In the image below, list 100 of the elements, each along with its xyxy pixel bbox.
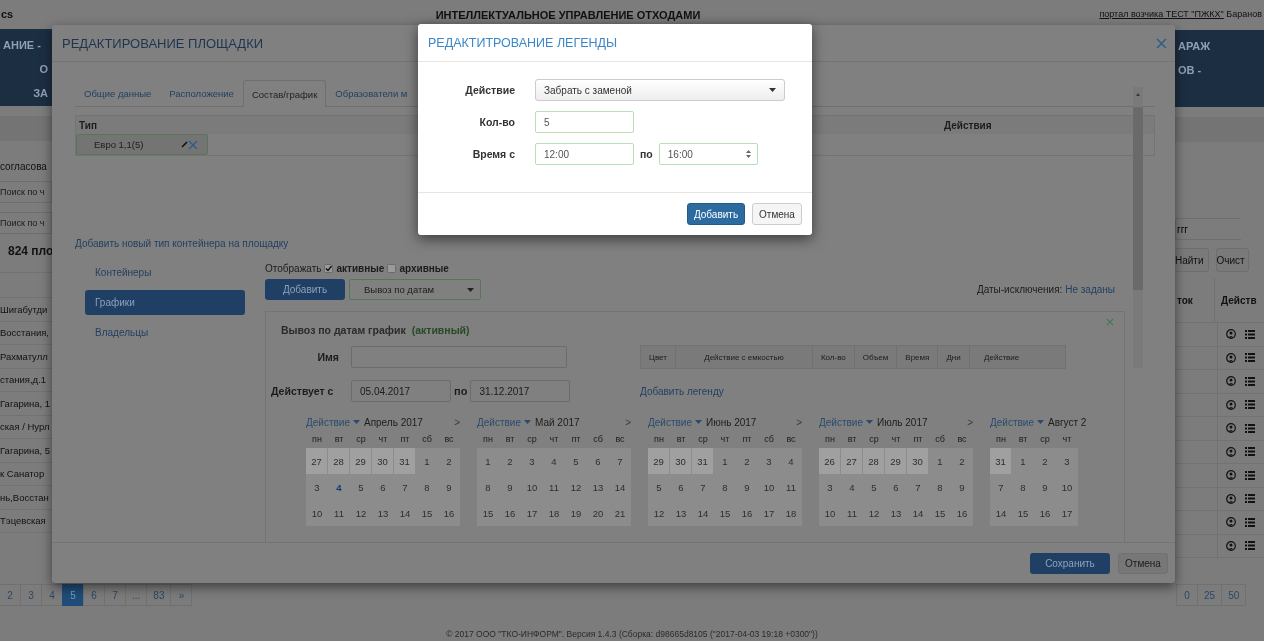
list-icon[interactable] [1245,470,1255,480]
calendar-day[interactable]: 14 [609,474,631,500]
next-month-arrow[interactable]: > [796,416,802,428]
calendar-day[interactable]: 12 [863,500,885,526]
time-field[interactable]: 12:00 [535,143,634,165]
calendar-day[interactable]: 29 [648,448,670,474]
calendar-day[interactable]: 2 [438,448,460,474]
calendar-day[interactable]: 30 [907,448,929,474]
side-nav-item[interactable]: Графики [85,290,245,315]
side-nav-item[interactable]: Владельцы [85,323,245,342]
action-dropdown[interactable]: Действие [648,416,702,428]
date-field[interactable]: 31.12.2017 [470,380,571,402]
calendar-day[interactable]: 15 [929,500,951,526]
calendar-day[interactable]: 1 [416,448,438,474]
calendar-day[interactable]: 15 [477,500,499,526]
calendar-day[interactable]: 27 [841,448,863,474]
calendar-day[interactable]: 6 [670,474,692,500]
calendar-day[interactable]: 7 [907,474,929,500]
calendar-day[interactable]: 12 [350,500,372,526]
calendar-day[interactable]: 14 [394,500,416,526]
calendar-day[interactable]: 6 [885,474,907,500]
calendar-day[interactable]: 5 [863,474,885,500]
person-icon[interactable] [1226,493,1236,504]
page-link[interactable]: ... [125,584,148,606]
calendar-day[interactable]: 28 [328,448,350,474]
calendar-day[interactable]: 30 [670,448,692,474]
list-icon[interactable] [1245,400,1255,410]
spinner-icon[interactable] [744,149,752,159]
calendar-day[interactable]: 13 [670,500,692,526]
calendar-day[interactable]: 4 [841,474,863,500]
calendar-day[interactable]: 16 [1034,500,1056,526]
calendar-day[interactable]: 1 [1012,448,1034,474]
button[interactable]: Найти [1175,248,1209,272]
nav-item[interactable]: АРАЖ [1178,40,1260,52]
user-name[interactable]: Баранов [1226,9,1262,19]
tab[interactable]: Расположение [160,80,243,106]
calendar-day[interactable]: 20 [587,500,609,526]
calendar-day[interactable]: 13 [885,500,907,526]
calendar-day[interactable]: 8 [714,474,736,500]
calendar-day[interactable]: 8 [477,474,499,500]
person-icon[interactable] [1226,470,1236,481]
calendar-day[interactable]: 4 [328,474,350,500]
calendar-day[interactable]: 9 [1034,474,1056,500]
page-link[interactable]: 4 [41,584,63,606]
calendar-day[interactable]: 14 [907,500,929,526]
calendar-day[interactable]: 4 [780,448,802,474]
calendar-day[interactable]: 29 [885,448,907,474]
calendar-day[interactable]: 8 [929,474,951,500]
next-month-arrow[interactable]: > [625,416,631,428]
page-link[interactable]: 83 [146,584,172,606]
calendar-day[interactable]: 17 [758,500,780,526]
calendar-day[interactable]: 12 [565,474,587,500]
action-select[interactable]: Забрать с заменой [535,79,785,101]
calendar-day[interactable]: 5 [648,474,670,500]
calendar-day[interactable]: 2 [1034,448,1056,474]
list-icon[interactable] [1245,376,1255,386]
side-nav-item[interactable]: Контейнеры [85,263,245,282]
cancel-button[interactable]: Отмена [752,203,802,225]
calendar-day[interactable]: 16 [736,500,758,526]
nav-item[interactable]: ОВ - [1178,64,1260,76]
portal-link[interactable]: портал возчика ТЕСТ "ПЖКХ" [1099,9,1224,19]
add-legend-link[interactable]: Добавить легенду [640,385,1066,397]
calendar-day[interactable]: 2 [951,448,973,474]
nav-item[interactable]: ЗА [33,87,48,99]
calendar-day[interactable]: 9 [499,474,521,500]
add-button[interactable]: Добавить [265,279,345,300]
calendar-day[interactable]: 30 [372,448,394,474]
calendar-day[interactable]: 10 [819,500,841,526]
calendar-day[interactable]: 1 [929,448,951,474]
calendar-day[interactable]: 15 [714,500,736,526]
checkbox[interactable] [387,264,397,273]
calendar-day[interactable]: 13 [372,500,394,526]
calendar-day[interactable]: 7 [990,474,1012,500]
calendar-day[interactable]: 11 [841,500,863,526]
page-link[interactable]: » [170,584,193,606]
calendar-day[interactable]: 18 [543,500,565,526]
calendar-day[interactable]: 7 [692,474,714,500]
page-size-option[interactable]: 25 [1197,584,1223,606]
scroll-up-arrow-icon[interactable] [1133,91,1143,97]
nav-item[interactable]: АНИЕ - [3,39,41,51]
calendar-day[interactable]: 6 [372,474,394,500]
person-icon[interactable] [1226,423,1236,434]
action-dropdown[interactable]: Действие [990,416,1044,428]
calendar-day[interactable]: 3 [521,448,543,474]
action-dropdown[interactable]: Действие [306,416,360,428]
calendar-day[interactable]: 11 [543,474,565,500]
page-link[interactable]: 7 [104,584,126,606]
calendar-day[interactable]: 28 [863,448,885,474]
cancel-button[interactable]: Отмена [1118,552,1168,574]
tab[interactable]: Общие данные [75,80,161,106]
calendar-day[interactable]: 8 [1012,474,1034,500]
pencil-icon[interactable] [181,141,188,148]
calendar-day[interactable]: 3 [1056,448,1078,474]
calendar-day[interactable]: 19 [565,500,587,526]
list-icon[interactable] [1245,447,1255,457]
person-icon[interactable] [1226,446,1236,457]
calendar-day[interactable]: 16 [438,500,460,526]
page-link[interactable]: 6 [83,584,105,606]
calendar-day[interactable]: 15 [1012,500,1034,526]
page-size-option[interactable]: 0 [1176,584,1198,606]
